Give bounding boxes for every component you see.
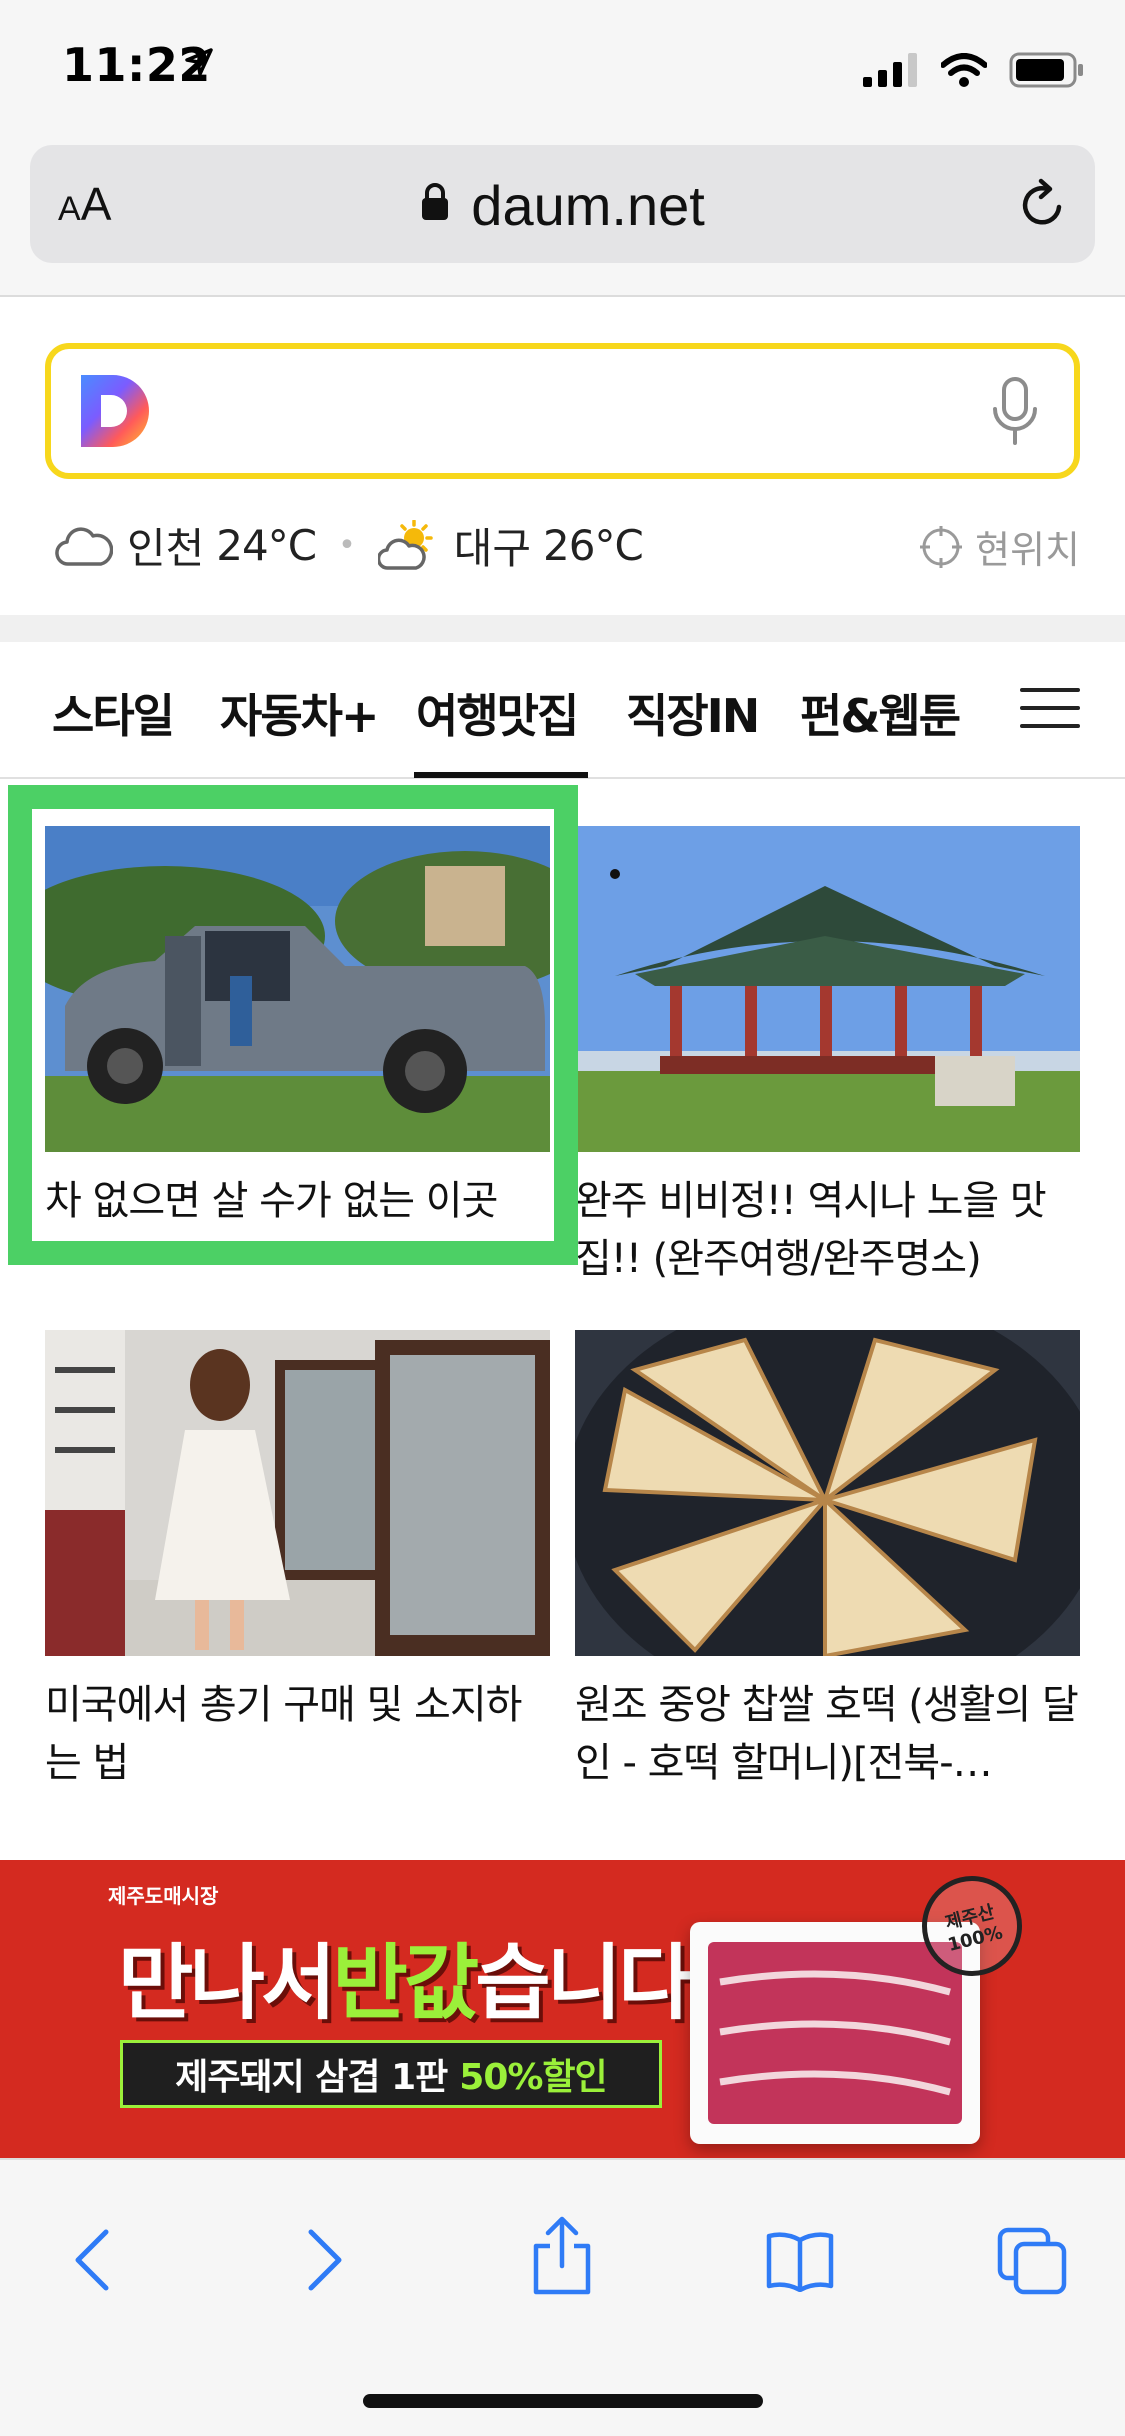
article-card[interactable]: 원조 중앙 찹쌀 호떡 (생활의 달인 - 호떡 할머니)[전북-… [575, 1330, 1080, 1792]
current-location-button[interactable]: 현위치 [919, 519, 1080, 574]
status-icons [863, 52, 1085, 88]
bookmarks-icon[interactable] [765, 2230, 835, 2292]
microphone-icon[interactable] [990, 377, 1040, 447]
url-display[interactable]: daum.net [30, 173, 1095, 238]
location-label: 현위치 [975, 528, 1080, 572]
section-divider [0, 615, 1125, 642]
category-tabs: 스타일 자동차+ 여행맛집 직장IN 펀&웹툰 [0, 642, 1125, 779]
hotteok-photo[interactable] [575, 1330, 1080, 1656]
search-section: 인천 24°C • 대구 26°C 현위치 [0, 297, 1125, 615]
cellular-signal-icon [863, 53, 917, 87]
home-indicator [363, 2394, 763, 2408]
ad-brand: 제주도매시장 [108, 1884, 219, 1908]
tab-auto[interactable]: 자동차+ [220, 680, 380, 746]
search-input[interactable] [45, 343, 1080, 479]
article-card[interactable]: 완주 비비정!! 역시나 노을 맛집!! (완주여행/완주명소) [575, 826, 1080, 1288]
daum-logo-icon [81, 375, 149, 447]
ad-banner[interactable]: 제주도매시장 만나서반값습니다 제주돼지 삼겹 1판 50%할인 제주산 100% [0, 1860, 1125, 2158]
forward-icon[interactable] [303, 2228, 347, 2292]
ad-headline: 만나서반값습니다 [118, 1936, 694, 2031]
reload-icon[interactable] [1017, 177, 1069, 231]
ad-subtext: 제주돼지 삼겹 1판 50%할인 [120, 2040, 662, 2108]
tab-fun-webtoon[interactable]: 펀&웹툰 [800, 680, 961, 746]
wifi-icon [941, 53, 987, 87]
weather-bar[interactable]: 인천 24°C • 대구 26°C [55, 515, 644, 576]
url-text: daum.net [471, 174, 705, 237]
active-tab-indicator [414, 772, 588, 778]
status-bar: 11:22 [0, 0, 1125, 135]
weather-item-daegu[interactable]: 대구 26°C [377, 515, 644, 576]
weather-city: 인천 [127, 524, 205, 573]
tab-style[interactable]: 스타일 [52, 680, 175, 746]
article-title[interactable]: 완주 비비정!! 역시나 노을 맛집!! (완주여행/완주명소) [575, 1172, 1080, 1288]
weather-temp: 26°C [543, 521, 644, 570]
article-card[interactable]: 미국에서 총기 구매 및 소지하는 법 [45, 1330, 550, 1792]
hamburger-menu-icon[interactable] [1020, 686, 1080, 730]
share-icon[interactable] [530, 2216, 594, 2296]
crosshair-icon [920, 525, 963, 568]
tabs-icon[interactable] [996, 2226, 1068, 2296]
cloud-icon [55, 526, 113, 566]
tab-workplace[interactable]: 직장IN [626, 680, 760, 746]
browser-address-area: AA daum.net [0, 135, 1125, 297]
selection-highlight [8, 785, 578, 1265]
address-bar[interactable]: AA daum.net [30, 145, 1095, 263]
sun-cloud-icon [377, 519, 433, 570]
article-title[interactable]: 원조 중앙 찹쌀 호떡 (생활의 달인 - 호떡 할머니)[전북-… [575, 1676, 1080, 1792]
weather-separator: • [338, 528, 356, 563]
article-title[interactable]: 미국에서 총기 구매 및 소지하는 법 [45, 1676, 550, 1792]
weather-item-incheon[interactable]: 인천 24°C [55, 515, 317, 576]
battery-icon [1009, 52, 1083, 88]
weather-temp: 24°C [216, 521, 317, 570]
location-arrow-icon [185, 48, 213, 76]
lock-icon [422, 182, 449, 220]
weather-city: 대구 [453, 524, 532, 573]
pavilion-photo[interactable] [575, 826, 1080, 1152]
gun-store-photo[interactable] [45, 1330, 550, 1656]
back-icon[interactable] [70, 2228, 114, 2292]
tab-travel-food[interactable]: 여행맛집 [416, 680, 579, 746]
